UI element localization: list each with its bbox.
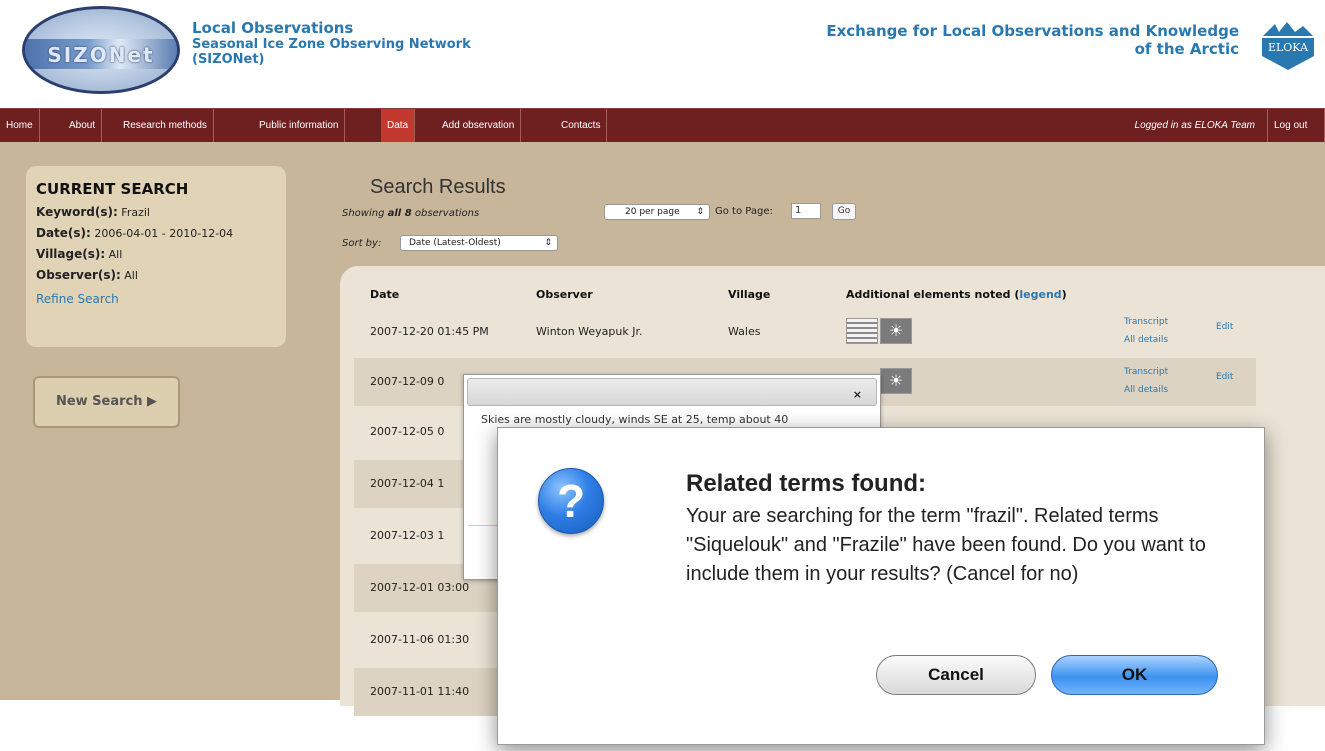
- date-row: Date(s): 2006-04-01 - 2010-12-04: [36, 225, 276, 242]
- current-search-panel: CURRENT SEARCH Keyword(s): Frazil Date(s…: [26, 166, 286, 347]
- row-links: Transcript All details: [1124, 313, 1168, 349]
- sun-icon: ☀: [880, 368, 912, 394]
- dialog-message: Your are searching for the term "frazil"…: [686, 505, 1206, 585]
- row-date: 2007-12-20 01:45 PM: [370, 325, 489, 338]
- current-search-title: CURRENT SEARCH: [36, 180, 189, 198]
- village-label: Village(s):: [36, 247, 106, 261]
- edit-link[interactable]: Edit: [1216, 372, 1233, 382]
- sort-by-label: Sort by:: [342, 238, 382, 249]
- row-observer: Winton Weyapuk Jr.: [536, 325, 643, 338]
- goto-page-input[interactable]: 1: [791, 203, 821, 219]
- results-title: Search Results: [370, 176, 506, 198]
- observer-value: All: [124, 269, 138, 282]
- nav-add-observation[interactable]: Add observation: [436, 109, 522, 143]
- per-page-select[interactable]: 20 per page ⇕: [604, 204, 710, 220]
- row-date: 2007-12-03 1: [370, 529, 445, 542]
- logged-in-label: Logged in as ELOKA Team: [1134, 120, 1255, 131]
- site-header: SIZONet Local Observations Seasonal Ice …: [0, 0, 1325, 108]
- question-icon: ?: [538, 468, 604, 534]
- keyword-value: Frazil: [121, 206, 150, 219]
- column-header-village: Village: [728, 288, 771, 301]
- nav-about[interactable]: About: [63, 109, 103, 143]
- logout-link[interactable]: Log out: [1267, 109, 1325, 143]
- showing-number: all 8: [387, 208, 412, 219]
- cancel-button[interactable]: Cancel: [876, 655, 1036, 695]
- related-terms-dialog: ? Related terms found: Your are searchin…: [497, 427, 1265, 745]
- sun-icon: ☀: [880, 318, 912, 344]
- close-icon[interactable]: ×: [853, 388, 862, 401]
- showing-suffix: observations: [411, 208, 480, 219]
- select-arrows-icon: ⇕: [696, 207, 704, 217]
- clouds-icon: [846, 318, 878, 344]
- additional-close: ): [1061, 288, 1067, 301]
- dialog-title: Related terms found:: [686, 470, 927, 497]
- ok-button[interactable]: OK: [1051, 655, 1218, 695]
- new-search-button[interactable]: New Search ▶: [33, 376, 180, 428]
- keyword-row: Keyword(s): Frazil: [36, 204, 276, 221]
- main-nav: Home About Research methods Public infor…: [0, 108, 1325, 143]
- site-title: Local Observations Seasonal Ice Zone Obs…: [192, 19, 471, 68]
- nav-public-information[interactable]: Public information: [253, 109, 346, 143]
- per-page-value: 20 per page: [625, 207, 680, 217]
- row-village: Wales: [728, 325, 761, 338]
- refine-search-link[interactable]: Refine Search: [36, 292, 119, 306]
- column-header-additional: Additional elements noted (legend): [846, 288, 1067, 301]
- all-details-link[interactable]: All details: [1124, 331, 1168, 349]
- additional-label: Additional elements noted (: [846, 288, 1020, 301]
- row-date: 2007-11-01 11:40: [370, 685, 470, 698]
- row-date: 2007-12-04 1: [370, 477, 445, 490]
- row-date: 2007-11-06 01:30: [370, 633, 470, 646]
- date-value: 2006-04-01 - 2010-12-04: [94, 227, 234, 240]
- showing-count: Showing all 8 observations: [342, 208, 479, 219]
- goto-page-label: Go to Page:: [715, 206, 773, 217]
- svg-text:ELOKA: ELOKA: [1268, 41, 1309, 54]
- table-row[interactable]: 2007-12-20 01:45 PM Winton Weyapuk Jr. W…: [354, 308, 1256, 356]
- date-label: Date(s):: [36, 226, 91, 240]
- keyword-label: Keyword(s):: [36, 205, 118, 219]
- eloka-title-line1: Exchange for Local Observations and Know…: [826, 22, 1239, 40]
- eloka-logo[interactable]: ELOKA: [1257, 18, 1319, 72]
- legend-link[interactable]: legend: [1019, 288, 1061, 301]
- eloka-title-line2: of the Arctic: [1134, 40, 1239, 58]
- observer-label: Observer(s):: [36, 268, 121, 282]
- nav-research-methods[interactable]: Research methods: [117, 109, 214, 143]
- sort-value: Date (Latest-Oldest): [409, 238, 501, 248]
- row-date: 2007-12-09 0: [370, 375, 445, 388]
- site-title-line3: (SIZONet): [192, 52, 265, 67]
- site-title-line1: Local Observations: [192, 19, 354, 37]
- popup-text: Skies are mostly cloudy, winds SE at 25,…: [481, 413, 789, 426]
- column-header-date: Date: [370, 288, 400, 301]
- site-title-line2: Seasonal Ice Zone Observing Network: [192, 37, 471, 52]
- select-arrows-icon: ⇕: [544, 238, 552, 248]
- sort-select[interactable]: Date (Latest-Oldest) ⇕: [400, 235, 558, 251]
- go-button[interactable]: Go: [832, 203, 856, 220]
- all-details-link[interactable]: All details: [1124, 381, 1168, 399]
- village-row: Village(s): All: [36, 246, 276, 263]
- nav-home[interactable]: Home: [0, 109, 40, 143]
- row-date: 2007-12-01 03:00: [370, 581, 470, 594]
- row-links: Transcript All details: [1124, 363, 1168, 399]
- transcript-link[interactable]: Transcript: [1124, 363, 1168, 381]
- sizonet-logo[interactable]: SIZONet: [22, 6, 180, 94]
- logo-text: SIZONet: [47, 43, 155, 67]
- eloka-title[interactable]: Exchange for Local Observations and Know…: [759, 22, 1239, 58]
- popup-titlebar[interactable]: ×: [467, 378, 877, 406]
- nav-contacts[interactable]: Contacts: [555, 109, 608, 143]
- row-date: 2007-12-05 0: [370, 425, 445, 438]
- village-value: All: [108, 248, 123, 261]
- column-header-observer: Observer: [536, 288, 593, 301]
- nav-data[interactable]: Data: [381, 109, 416, 143]
- edit-link[interactable]: Edit: [1216, 322, 1233, 332]
- showing-prefix: Showing: [342, 208, 388, 219]
- transcript-link[interactable]: Transcript: [1124, 313, 1168, 331]
- observer-row: Observer(s): All: [36, 267, 276, 284]
